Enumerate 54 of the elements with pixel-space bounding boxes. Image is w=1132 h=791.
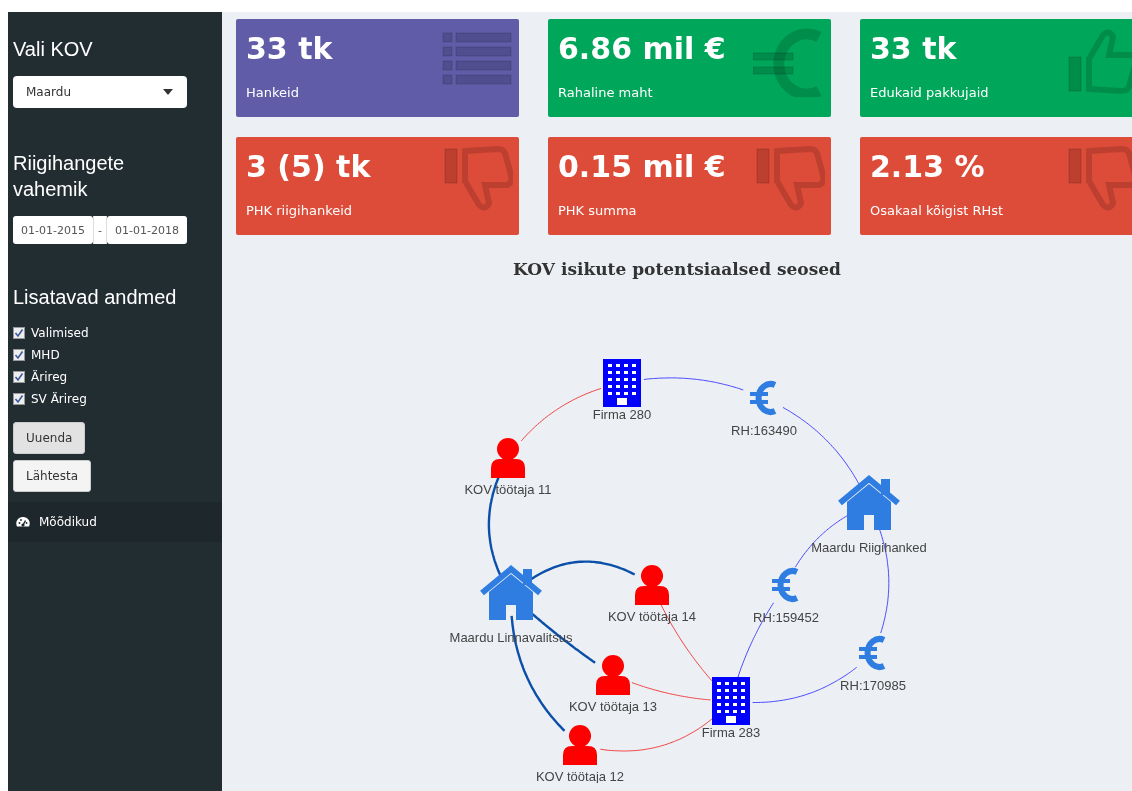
box-label: PHK summa (558, 203, 637, 218)
sidebar-item[interactable]: Mõõdikud (8, 502, 222, 542)
checkbox-label: Ärireg (31, 370, 68, 384)
box-label: PHK riigihankeid (246, 203, 353, 218)
chart-title: KOV isikute potentsiaalsed seosed (513, 259, 841, 279)
euro-icon[interactable] (772, 568, 798, 602)
box-label: Edukaid pakkujaid (870, 85, 989, 100)
box-value: 0.15 mil € (558, 149, 726, 185)
checkbox[interactable] (13, 327, 25, 339)
start-date-field[interactable]: 01-01-2015 (13, 216, 93, 244)
node-label: KOV töötaja 13 (568, 699, 658, 714)
section-heading: Lisatavad andmed (13, 285, 178, 310)
box-value: 3 (5) tk (246, 149, 371, 185)
house-icon[interactable] (838, 475, 900, 530)
section-heading: Riigihangete vahemik (13, 151, 126, 202)
checkbox[interactable] (13, 393, 25, 405)
node-label: KOV töötaja 14 (607, 609, 697, 624)
node-label: KOV töötaja 11 (464, 482, 552, 497)
box-value: 2.13 % (870, 149, 985, 185)
box-value: 6.86 mil € (558, 31, 726, 67)
end-date-field[interactable]: 01-01-2018 (107, 216, 187, 244)
section-heading: Vali KOV (13, 37, 94, 62)
action-button[interactable]: Lähtesta (13, 460, 92, 492)
checkbox-label: MHD (31, 348, 60, 362)
building-icon[interactable] (603, 359, 641, 407)
node-label: Maardu Riigihanked (811, 540, 927, 555)
box-label: Rahaline maht (558, 85, 653, 100)
person-icon[interactable] (635, 565, 669, 605)
checkbox[interactable] (13, 349, 25, 361)
node-label: KOV töötaja 12 (535, 769, 625, 783)
node-label: Firma 280 (592, 407, 652, 422)
person-icon[interactable] (596, 655, 630, 695)
range-separator: - (93, 216, 107, 244)
box-value: 33 tk (246, 31, 333, 67)
person-icon[interactable] (491, 438, 525, 478)
person-icon[interactable] (563, 725, 597, 765)
gauge-icon (16, 516, 30, 528)
box-label: Hankeid (246, 85, 299, 100)
euro-icon[interactable] (750, 381, 776, 415)
euro-icon[interactable] (859, 636, 885, 670)
checkbox-label: SV Ärireg (31, 392, 87, 406)
caret-icon (163, 89, 173, 95)
building-icon[interactable] (712, 677, 750, 725)
node-label: Firma 283 (701, 725, 761, 740)
box-label: Osakaal kõigist RHst (870, 203, 1004, 218)
checkbox[interactable] (13, 371, 25, 383)
kov-dropdown[interactable]: Maardu (13, 76, 187, 108)
checkbox-label: Valimised (31, 326, 89, 340)
house-icon[interactable] (480, 565, 542, 620)
node-label: RH:163490 (731, 423, 797, 438)
box-value: 33 tk (870, 31, 957, 67)
action-button[interactable]: Uuenda (13, 422, 86, 454)
node-label: RH:159452 (753, 610, 819, 625)
node-label: RH:170985 (840, 678, 906, 693)
